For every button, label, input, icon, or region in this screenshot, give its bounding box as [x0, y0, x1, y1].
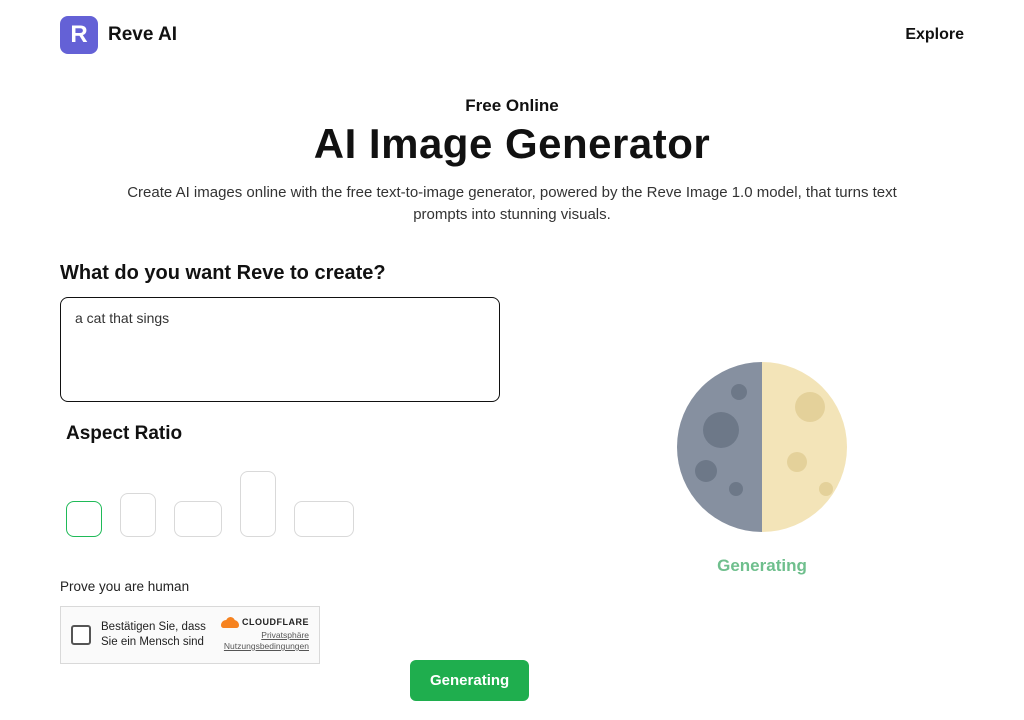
- hero-subtitle: Create AI images online with the free te…: [122, 182, 902, 226]
- left-column: What do you want Reve to create? Aspect …: [60, 262, 520, 664]
- brand-name: Reve AI: [108, 24, 177, 46]
- cloudflare-word: CLOUDFLARE: [242, 617, 309, 627]
- header: R Reve AI Explore: [0, 0, 1024, 54]
- logo-icon: R: [60, 16, 98, 54]
- hero: Free Online AI Image Generator Create AI…: [0, 96, 1024, 226]
- captcha-terms-link[interactable]: Nutzungsbedingungen: [224, 641, 309, 651]
- aspect-ratio-options: [66, 471, 520, 537]
- aspect-ratio-label: Aspect Ratio: [66, 423, 520, 445]
- aspect-option-1-1[interactable]: [66, 501, 102, 537]
- captcha-privacy-link[interactable]: Privatsphäre: [261, 630, 309, 640]
- aspect-option-3-4[interactable]: [120, 493, 156, 537]
- captcha-widget: Bestätigen Sie, dass Sie ein Mensch sind…: [60, 606, 320, 664]
- prompt-label: What do you want Reve to create?: [60, 262, 520, 285]
- captcha-text: Bestätigen Sie, dass Sie ein Mensch sind: [101, 620, 211, 649]
- preview-column: Generating: [560, 262, 964, 664]
- explore-link[interactable]: Explore: [905, 26, 964, 44]
- captcha-label: Prove you are human: [60, 579, 520, 594]
- aspect-option-9-16[interactable]: [240, 471, 276, 537]
- page-title: AI Image Generator: [0, 120, 1024, 168]
- captcha-checkbox[interactable]: [71, 625, 91, 645]
- cloudflare-icon: [221, 617, 239, 628]
- captcha-provider: CLOUDFLARE Privatsphäre Nutzungsbedingun…: [221, 617, 309, 652]
- brand[interactable]: R Reve AI: [60, 16, 177, 54]
- preview-status: Generating: [717, 556, 807, 576]
- aspect-option-4-3[interactable]: [174, 501, 222, 537]
- hero-eyebrow: Free Online: [0, 96, 1024, 116]
- content-row: What do you want Reve to create? Aspect …: [0, 226, 1024, 664]
- prompt-input[interactable]: [60, 297, 500, 402]
- generate-button[interactable]: Generating: [410, 660, 529, 701]
- loading-moon-icon: [677, 362, 847, 532]
- aspect-option-16-9[interactable]: [294, 501, 354, 537]
